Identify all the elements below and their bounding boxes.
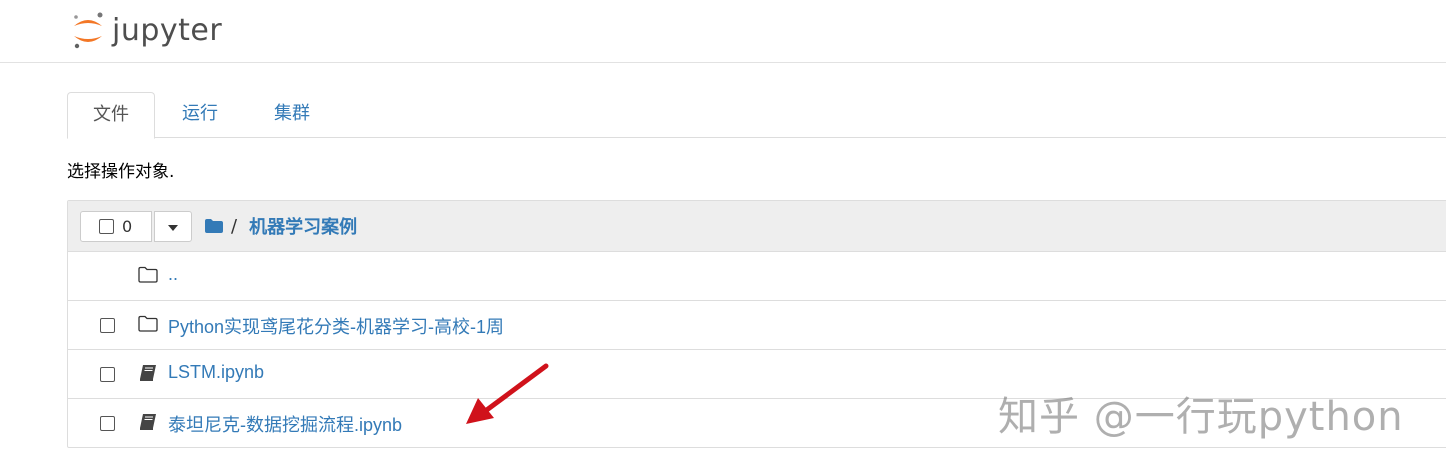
breadcrumb-current[interactable]: 机器学习案例 xyxy=(249,213,357,239)
folder-outline-icon xyxy=(138,315,158,332)
tab-clusters[interactable]: 集群 xyxy=(257,92,327,136)
list-item-folder[interactable]: Python实现鸢尾花分类-机器学习-高校-1周 xyxy=(68,301,1446,350)
red-arrow-annotation xyxy=(466,363,549,424)
item-checkbox[interactable] xyxy=(100,367,115,382)
selected-count: 0 xyxy=(122,217,133,236)
caret-down-icon xyxy=(168,225,178,231)
select-all-button[interactable]: 0 xyxy=(80,211,152,242)
item-name-link[interactable]: Python实现鸢尾花分类-机器学习-高校-1周 xyxy=(168,313,504,339)
instructions-text: 选择操作对象. xyxy=(67,162,175,182)
tab-files[interactable]: 文件 xyxy=(67,92,155,139)
item-checkbox[interactable] xyxy=(100,416,115,431)
select-all-checkbox[interactable] xyxy=(99,219,114,234)
breadcrumb: / 机器学习案例 xyxy=(205,213,357,239)
list-item-parent[interactable]: .. xyxy=(68,252,1446,301)
notebook-icon xyxy=(140,365,156,381)
notebook-icon xyxy=(140,414,156,430)
folder-outline-icon xyxy=(138,266,158,283)
jupyter-logo-icon xyxy=(74,12,103,49)
logo-text: jupyter xyxy=(112,12,223,48)
select-menu-button[interactable] xyxy=(154,211,192,242)
watermark-text: 知乎 @一行玩python xyxy=(998,394,1404,440)
folder-icon[interactable] xyxy=(205,219,223,233)
jupyter-logo[interactable]: jupyter xyxy=(70,10,222,50)
item-checkbox[interactable] xyxy=(100,318,115,333)
item-name-link[interactable]: .. xyxy=(168,264,178,285)
item-name-link[interactable]: 泰坦尼克-数据挖掘流程.ipynb xyxy=(168,411,402,437)
file-list-header: 0 / 机器学习案例 xyxy=(68,201,1446,252)
tab-running[interactable]: 运行 xyxy=(167,92,233,136)
tab-bar: 文件 运行 集群 xyxy=(67,92,1446,139)
breadcrumb-separator: / xyxy=(231,215,238,237)
header-bar: jupyter xyxy=(0,0,1446,63)
item-name-link[interactable]: LSTM.ipynb xyxy=(168,362,264,383)
